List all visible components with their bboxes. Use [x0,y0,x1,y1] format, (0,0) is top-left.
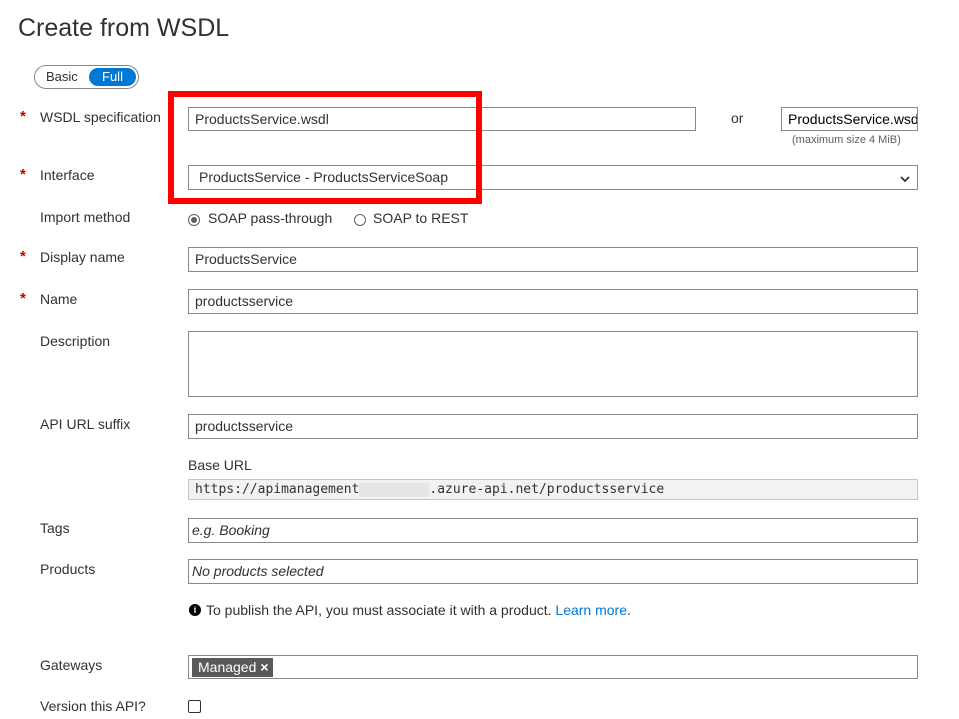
tags-label: Tags [40,520,70,536]
radio-soap-to-rest[interactable] [354,214,366,226]
gateways-label: Gateways [40,657,103,673]
close-icon[interactable]: × [260,659,268,675]
name-input[interactable]: productsservice [188,289,918,314]
base-url-readonly: https://apimanagement .azure-api.net/prod… [188,479,918,500]
info-icon: i [189,604,201,616]
mode-toggle[interactable]: Basic Full [34,65,139,89]
tags-input[interactable]: e.g. Booking [188,518,918,543]
description-label: Description [40,333,111,349]
learn-more-period: . [627,602,631,618]
products-label: Products [40,561,96,577]
max-size-note: (maximum size 4 MiB) [792,134,901,146]
radio-soap-pass-through[interactable] [188,214,200,226]
api-url-suffix-input[interactable]: productsservice [188,414,918,439]
radio-label-soap-pass-through: SOAP pass-through [208,210,333,226]
display-name-label: Display name [40,249,125,265]
gateways-input[interactable]: Managed × [188,655,918,679]
toggle-full[interactable]: Full [89,68,136,86]
required-marker: * [20,166,26,183]
version-api-label: Version this API? [40,698,146,714]
wsdl-spec-label: WSDL specification [40,109,161,125]
display-name-input[interactable]: ProductsService [188,247,918,272]
toggle-basic[interactable]: Basic [46,69,78,84]
wsdl-file-picker[interactable]: ProductsService.wsdl [781,107,918,131]
products-info: To publish the API, you must associate i… [206,602,631,618]
version-api-checkbox[interactable] [188,700,201,713]
base-url-suffix: .azure-api.net/productsservice [429,482,665,497]
products-info-text: To publish the API, you must associate i… [206,602,552,618]
learn-more-link[interactable]: Learn more [555,602,627,618]
page-title: Create from WSDL [18,14,230,42]
description-textarea[interactable] [188,331,918,397]
name-label: Name [40,291,78,307]
required-marker: * [20,108,26,125]
base-url-prefix: https://apimanagement [195,482,360,497]
required-marker: * [20,248,26,265]
resize-grip-icon[interactable] [908,387,916,396]
redacted-segment [359,482,430,497]
chevron-down-icon [899,170,911,189]
interface-label: Interface [40,167,95,183]
api-url-suffix-label: API URL suffix [40,416,131,432]
required-marker: * [20,290,26,307]
gateway-chip-managed: Managed × [192,658,273,677]
import-method-label: Import method [40,209,131,225]
gateway-chip-label: Managed [198,659,257,675]
or-text: or [731,110,744,126]
products-input[interactable]: No products selected [188,559,918,584]
radio-label-soap-to-rest: SOAP to REST [373,210,469,226]
base-url-label: Base URL [188,457,252,473]
highlight-annotation [168,91,482,204]
